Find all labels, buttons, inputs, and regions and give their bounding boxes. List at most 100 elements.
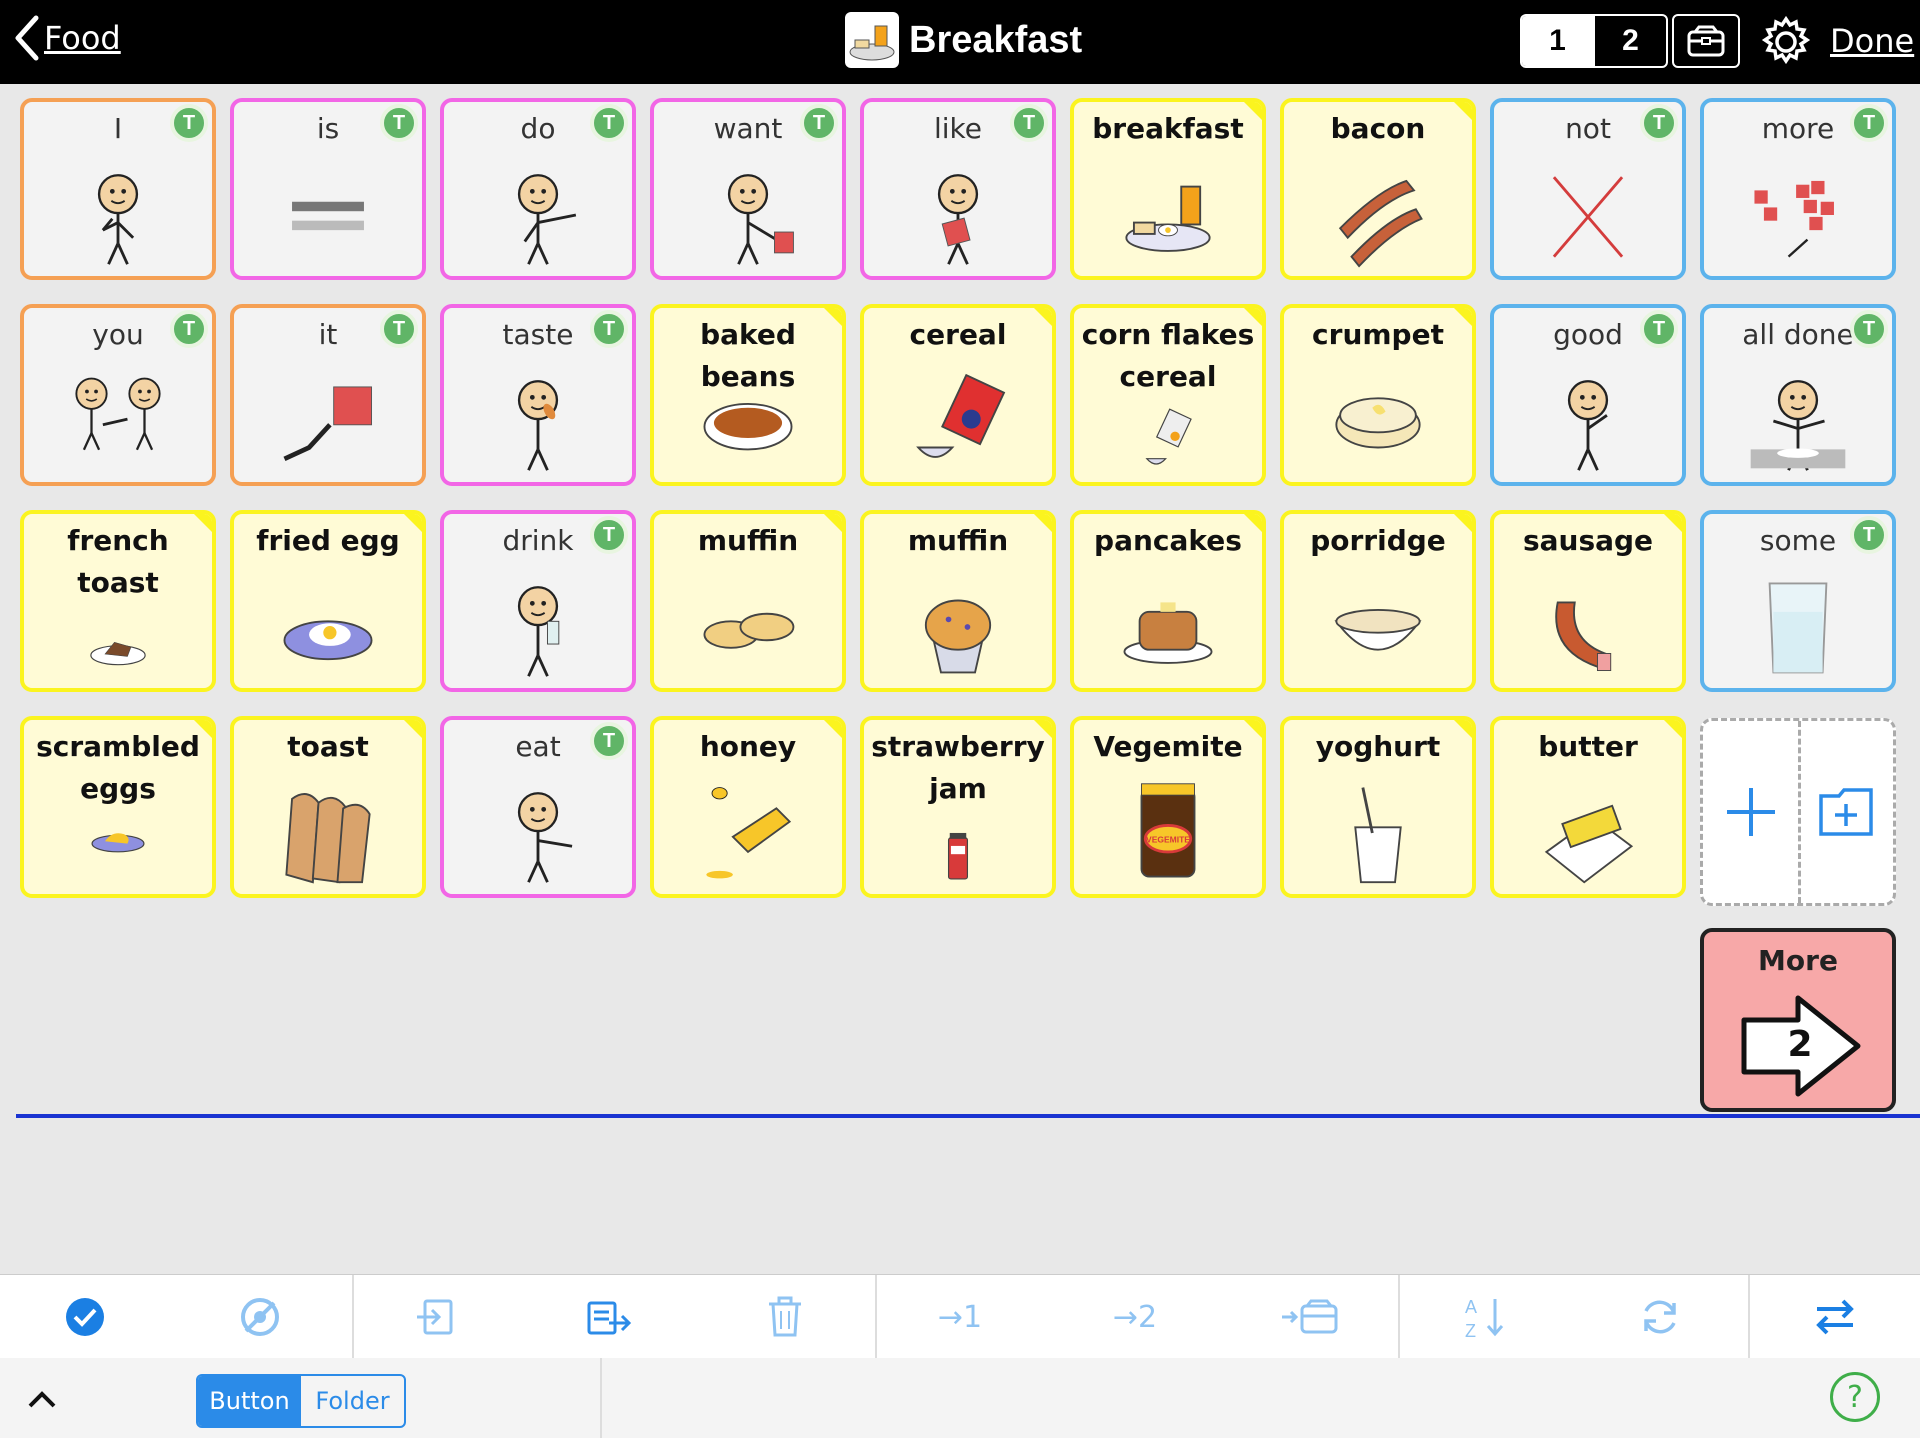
cell-breakfast[interactable]: breakfast [1070, 98, 1266, 280]
done-button[interactable]: Done [1830, 22, 1914, 60]
move-to-toolbox-button[interactable] [1265, 1275, 1355, 1359]
toast-icon [252, 780, 404, 886]
translation-badge-icon: T [800, 104, 838, 142]
more-button[interactable]: More 2 [1700, 928, 1896, 1112]
copy-icon [587, 1301, 632, 1335]
cell-taste[interactable]: taste T [440, 304, 636, 486]
cell-do[interactable]: do T [440, 98, 636, 280]
translation-badge-icon: T [1850, 310, 1888, 348]
sort-button[interactable]: A Z [1440, 1275, 1530, 1359]
jar-label-text: VEGEMITE [1146, 834, 1190, 844]
folder-corner-icon [1452, 102, 1472, 122]
cell-good[interactable]: good T [1490, 304, 1686, 486]
add-button[interactable] [1703, 721, 1798, 903]
cell-pancakes[interactable]: pancakes [1070, 510, 1266, 692]
cell-label: corn flakes cereal [1081, 318, 1255, 393]
translation-badge-icon: T [590, 310, 628, 348]
more-page-number: 2 [1787, 1024, 1813, 1065]
glass-icon [1722, 574, 1874, 680]
folder-corner-icon [822, 720, 842, 740]
copy-button[interactable] [565, 1275, 655, 1359]
toolbox-button[interactable] [1672, 14, 1740, 68]
refresh-button[interactable] [1615, 1275, 1705, 1359]
cell-drink[interactable]: drink T [440, 510, 636, 692]
move-to-page-1-button[interactable]: →1 [915, 1275, 1005, 1359]
cell-label: strawberry jam [871, 730, 1045, 805]
cell-corn-flakes-cereal[interactable]: corn flakes cereal [1070, 304, 1266, 486]
cell-all-done[interactable]: all done T [1700, 304, 1896, 486]
delete-button[interactable] [740, 1275, 830, 1359]
svg-text:A: A [1465, 1297, 1477, 1317]
cell-butter[interactable]: butter [1490, 716, 1686, 898]
cell-yoghurt[interactable]: yoghurt [1280, 716, 1476, 898]
toolbar-separator [875, 1275, 877, 1359]
cell-bacon[interactable]: bacon [1280, 98, 1476, 280]
hide-icon [241, 1298, 279, 1336]
cell-it[interactable]: it T [230, 304, 426, 486]
french-toast-icon [42, 614, 194, 680]
folder-corner-icon [402, 514, 422, 534]
add-folder-button[interactable] [1798, 721, 1893, 903]
cell-not[interactable]: not T [1490, 98, 1686, 280]
cell-muffin[interactable]: muffin [650, 510, 846, 692]
cell-crumpet[interactable]: crumpet [1280, 304, 1476, 486]
person-pointing-self-icon [42, 162, 194, 268]
toolbar-separator [1398, 1275, 1400, 1359]
translation-badge-icon: T [170, 104, 208, 142]
cell-want[interactable]: want T [650, 98, 846, 280]
folder-segment[interactable]: Folder [301, 1376, 404, 1426]
cell-fried-egg[interactable]: fried egg [230, 510, 426, 692]
cell-label: butter [1538, 730, 1638, 763]
cell-cereal[interactable]: cereal [860, 304, 1056, 486]
cell-strawberry-jam[interactable]: strawberry jam [860, 716, 1056, 898]
cell-honey[interactable]: honey [650, 716, 846, 898]
cell-label: yoghurt [1315, 730, 1441, 763]
fried-egg-icon [252, 574, 404, 680]
button-segment[interactable]: Button [198, 1376, 301, 1426]
english-muffin-icon [672, 574, 824, 680]
cell-vegemite[interactable]: Vegemite VEGEMITE [1070, 716, 1266, 898]
page-title-text: Breakfast [909, 18, 1083, 61]
cell-i[interactable]: I T [20, 98, 216, 280]
collapse-button[interactable] [22, 1380, 62, 1420]
equals-sign-icon [252, 162, 404, 268]
page-2-button[interactable]: 2 [1593, 16, 1666, 66]
cell-more[interactable]: more T [1700, 98, 1896, 280]
cell-label: muffin [907, 524, 1009, 557]
swap-icon [1816, 1299, 1854, 1335]
cell-porridge[interactable]: porridge [1280, 510, 1476, 692]
swap-button[interactable] [1790, 1275, 1880, 1359]
cell-baked-beans[interactable]: baked beans [650, 304, 846, 486]
cell-some[interactable]: some T [1700, 510, 1896, 692]
cell-like[interactable]: like T [860, 98, 1056, 280]
cell-toast[interactable]: toast [230, 716, 426, 898]
cell-label: honey [699, 730, 797, 763]
folder-corner-icon [1242, 720, 1262, 740]
page-1-button[interactable]: 1 [1522, 16, 1593, 66]
settings-button[interactable] [1758, 14, 1814, 74]
folder-corner-icon [1032, 514, 1052, 534]
cell-scrambled-eggs[interactable]: scrambled eggs [20, 716, 216, 898]
cell-sausage[interactable]: sausage [1490, 510, 1686, 692]
cell-french-toast[interactable]: french toast [20, 510, 216, 692]
cell-eat[interactable]: eat T [440, 716, 636, 898]
person-thumbs-up-icon [1512, 368, 1664, 474]
cell-muffin[interactable]: muffin [860, 510, 1056, 692]
select-all-button[interactable] [40, 1275, 130, 1359]
move-to-page-2-button[interactable]: →2 [1090, 1275, 1180, 1359]
back-button[interactable]: Food [14, 14, 121, 62]
hide-button[interactable] [215, 1275, 305, 1359]
cell-label: toast [287, 730, 369, 763]
hand-pointing-square-icon [252, 368, 404, 474]
cell-is[interactable]: is T [230, 98, 426, 280]
svg-text:Z: Z [1465, 1321, 1476, 1341]
move-in-button[interactable] [390, 1275, 480, 1359]
folder-corner-icon [822, 308, 842, 328]
person-drinking-icon [462, 574, 614, 680]
cell-label: scrambled eggs [36, 730, 200, 805]
toolbar-separator [352, 1275, 354, 1359]
help-button[interactable]: ? [1830, 1372, 1880, 1422]
cell-you[interactable]: you T [20, 304, 216, 486]
footer-bar: Button Folder ? [0, 1358, 1920, 1438]
back-label: Food [44, 19, 121, 57]
